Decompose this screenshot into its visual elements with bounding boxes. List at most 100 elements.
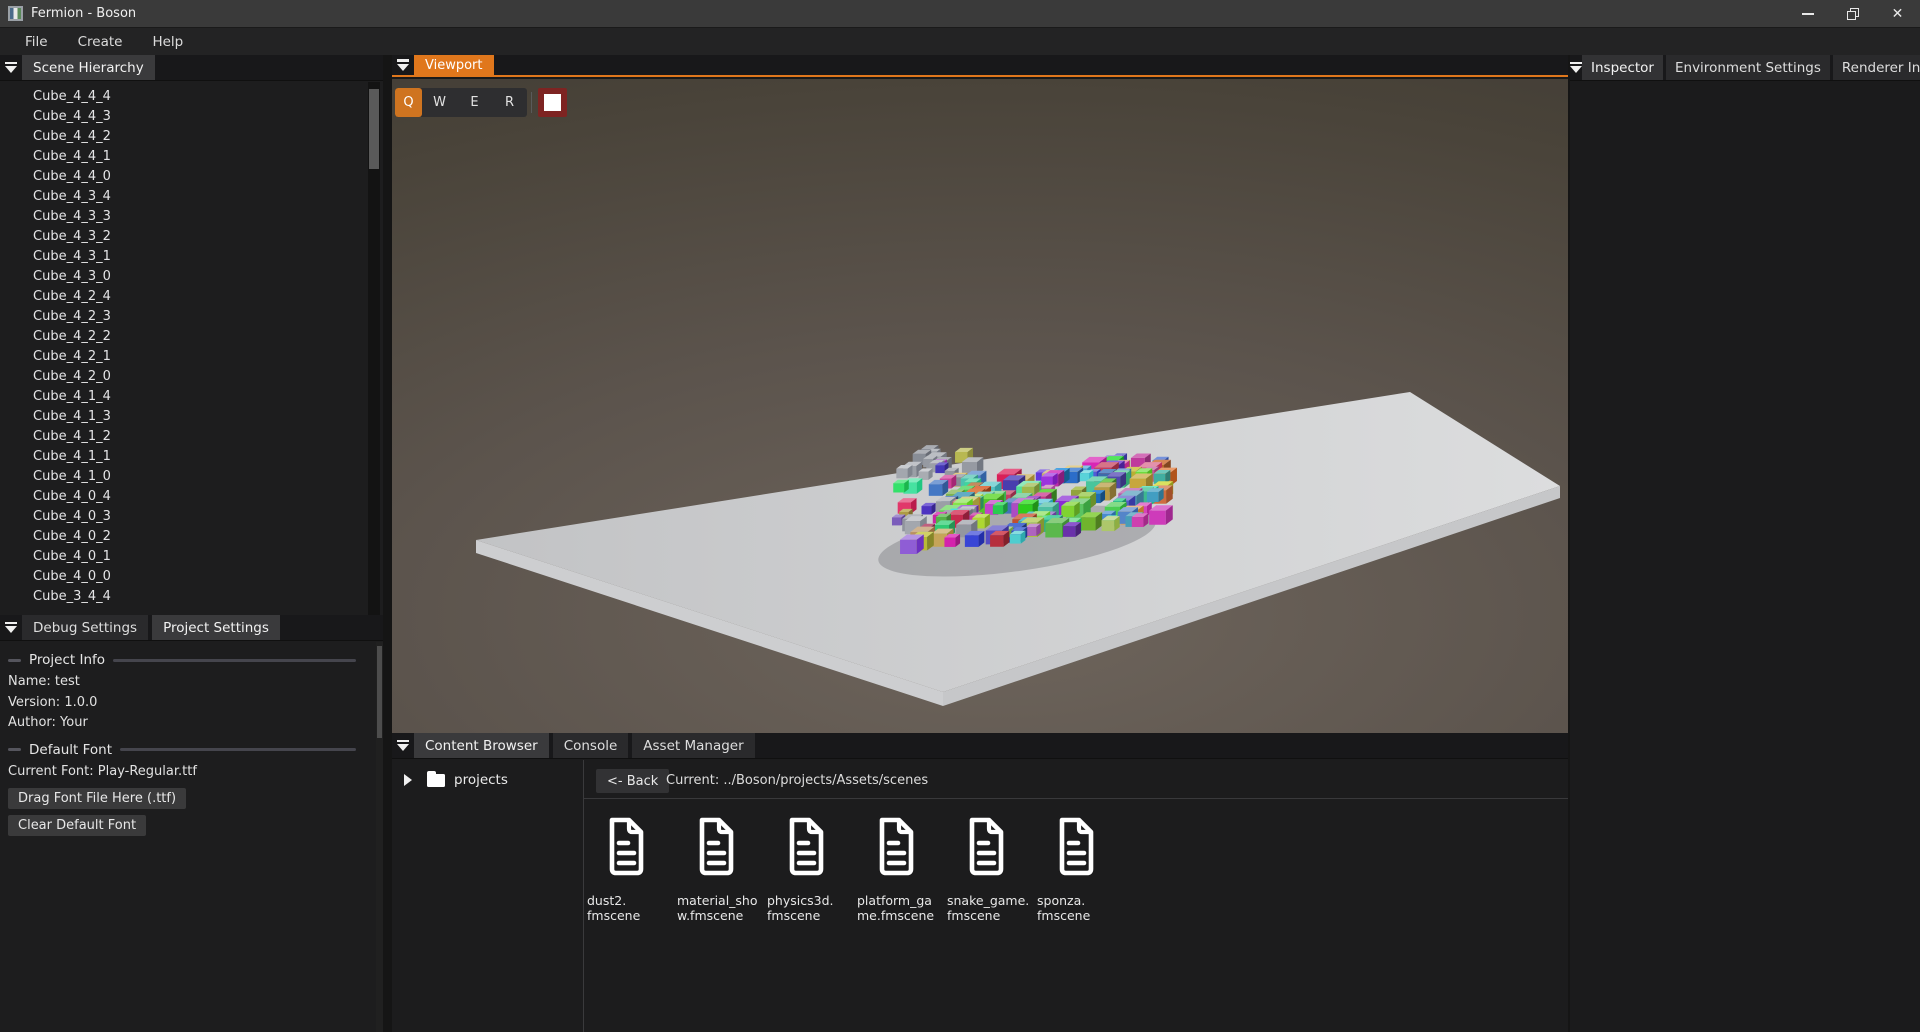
app-logo-icon [8,6,23,21]
hierarchy-item[interactable]: Cube_4_2_2 [0,327,368,347]
hierarchy-item[interactable]: Cube_4_1_2 [0,427,368,447]
hierarchy-item[interactable]: Cube_4_2_3 [0,307,368,327]
scrollbar-thumb[interactable] [377,646,382,738]
settings-tabbar: Debug SettingsProject Settings [0,615,383,641]
file-item[interactable]: snake_game.fmscene [947,816,1037,923]
divider [584,798,1568,799]
drag-font-file-here-ttf--button[interactable]: Drag Font File Here (.ttf) [8,788,186,809]
tab-viewport[interactable]: Viewport [414,55,494,75]
file-item[interactable]: sponza.fmscene [1037,816,1127,923]
info-row: Name: test [0,672,376,693]
section-collapse-icon [8,748,21,751]
hierarchy-item[interactable]: Cube_4_0_0 [0,567,368,587]
maximize-button[interactable] [1830,0,1875,27]
scrollbar-thumb[interactable] [369,89,379,169]
viewport-3d-view[interactable]: QWER [392,79,1568,733]
file-document-icon [964,816,1006,877]
tab-debug-settings[interactable]: Debug Settings [22,615,148,640]
close-button[interactable]: ✕ [1875,0,1920,27]
file-browser: <- Back Current: ../Boson/projects/Asset… [584,760,1568,1032]
hierarchy-item[interactable]: Cube_4_2_0 [0,367,368,387]
tool-button-r[interactable]: R [492,88,527,117]
hierarchy-item[interactable]: Cube_4_2_1 [0,347,368,367]
hierarchy-item[interactable]: Cube_4_3_4 [0,187,368,207]
hierarchy-item[interactable]: Cube_4_3_2 [0,227,368,247]
tab-content-browser[interactable]: Content Browser [414,733,549,758]
section-header[interactable]: Project Info [0,648,376,672]
hierarchy-item[interactable]: Cube_4_1_4 [0,387,368,407]
file-item[interactable]: platform_game.fmscene [857,816,947,923]
hierarchy-item[interactable]: Cube_4_4_2 [0,127,368,147]
file-item[interactable]: physics3d.fmscene [767,816,857,923]
minimize-button[interactable] [1785,0,1830,27]
titlebar: Fermion - Boson ✕ [0,0,1920,27]
file-document-icon [874,816,916,877]
minimize-icon [1802,13,1814,15]
clear-default-font-button[interactable]: Clear Default Font [8,815,146,836]
hierarchy-item[interactable]: Cube_4_0_2 [0,527,368,547]
collapse-panel-icon[interactable] [392,55,414,75]
hierarchy-item[interactable]: Cube_4_0_1 [0,547,368,567]
info-row: Author: Your [0,713,376,734]
current-path-label: Current: ../Boson/projects/Assets/scenes [666,769,928,793]
hierarchy-item[interactable]: Cube_4_3_1 [0,247,368,267]
hierarchy-item[interactable]: Cube_3_4_4 [0,587,368,607]
expand-arrow-icon[interactable] [404,774,412,786]
tab-scene-hierarchy[interactable]: Scene Hierarchy [22,55,155,80]
section-header[interactable]: Default Font [0,738,376,762]
section-rule [120,748,356,751]
restore-icon [1847,8,1859,20]
hierarchy-item[interactable]: Cube_4_1_1 [0,447,368,467]
scene-hierarchy-panel: Scene Hierarchy Cube_4_4_4Cube_4_4_3Cube… [0,55,383,615]
scene-hierarchy-scrollbar[interactable] [368,82,380,615]
file-item[interactable]: dust2.fmscene [587,816,677,923]
menu-item-create[interactable]: Create [63,28,138,56]
hierarchy-item[interactable]: Cube_4_4_4 [0,87,368,107]
hierarchy-item[interactable]: Cube_4_3_0 [0,267,368,287]
tab-renderer-info[interactable]: Renderer Info [1833,55,1920,80]
menu-item-help[interactable]: Help [137,28,198,56]
hierarchy-item[interactable]: Cube_4_1_3 [0,407,368,427]
file-grid: dust2.fmscenematerial_show.fmscenephysic… [587,816,1127,923]
hierarchy-item[interactable]: Cube_4_3_3 [0,207,368,227]
hierarchy-item[interactable]: Cube_4_4_3 [0,107,368,127]
file-item[interactable]: material_show.fmscene [677,816,767,923]
window-controls: ✕ [1785,0,1920,27]
menu-item-file[interactable]: File [10,28,63,56]
viewport-toolbar: QWER [395,88,567,117]
back-button[interactable]: <- Back [596,769,669,793]
tab-project-settings[interactable]: Project Settings [152,615,280,640]
tree-item-projects[interactable]: projects [392,768,583,792]
hierarchy-item[interactable]: Cube_4_0_4 [0,487,368,507]
collapse-panel-icon[interactable] [0,615,22,640]
collapse-panel-icon[interactable] [0,55,22,80]
tool-button-q[interactable]: Q [395,88,422,117]
tool-button-w[interactable]: W [422,88,457,117]
app-window: Fermion - Boson ✕ FileCreateHelp Scene H… [0,0,1920,1032]
hierarchy-item[interactable]: Cube_4_4_0 [0,167,368,187]
3d-scene [392,79,1568,733]
hierarchy-item[interactable]: Cube_4_1_0 [0,467,368,487]
file-name: dust2.fmscene [587,893,677,923]
settings-scrollbar[interactable] [376,642,383,1032]
tab-environment-settings[interactable]: Environment Settings [1666,55,1830,80]
color-swatch[interactable] [538,88,567,117]
hierarchy-item[interactable]: Cube_4_2_4 [0,287,368,307]
tab-console[interactable]: Console [553,733,629,758]
menubar: FileCreateHelp [0,27,1920,55]
hierarchy-item[interactable]: Cube_4_4_1 [0,147,368,167]
section-collapse-icon [8,659,21,662]
scene-hierarchy-tabbar: Scene Hierarchy [0,55,383,81]
file-document-icon [784,816,826,877]
settings-panel: Debug SettingsProject Settings Project I… [0,615,383,1032]
collapse-panel-icon[interactable] [392,733,414,758]
inspector-panel: InspectorEnvironment SettingsRenderer In… [1570,55,1920,1032]
hierarchy-item[interactable]: Cube_4_0_3 [0,507,368,527]
tab-inspector[interactable]: Inspector [1582,55,1663,80]
collapse-panel-icon[interactable] [1570,55,1582,80]
project-settings-content: Project InfoName: testVersion: 1.0.0Auth… [0,642,376,1032]
tree-item-label: projects [454,772,508,788]
section-rule [113,659,356,662]
tab-asset-manager[interactable]: Asset Manager [632,733,754,758]
tool-button-e[interactable]: E [457,88,492,117]
